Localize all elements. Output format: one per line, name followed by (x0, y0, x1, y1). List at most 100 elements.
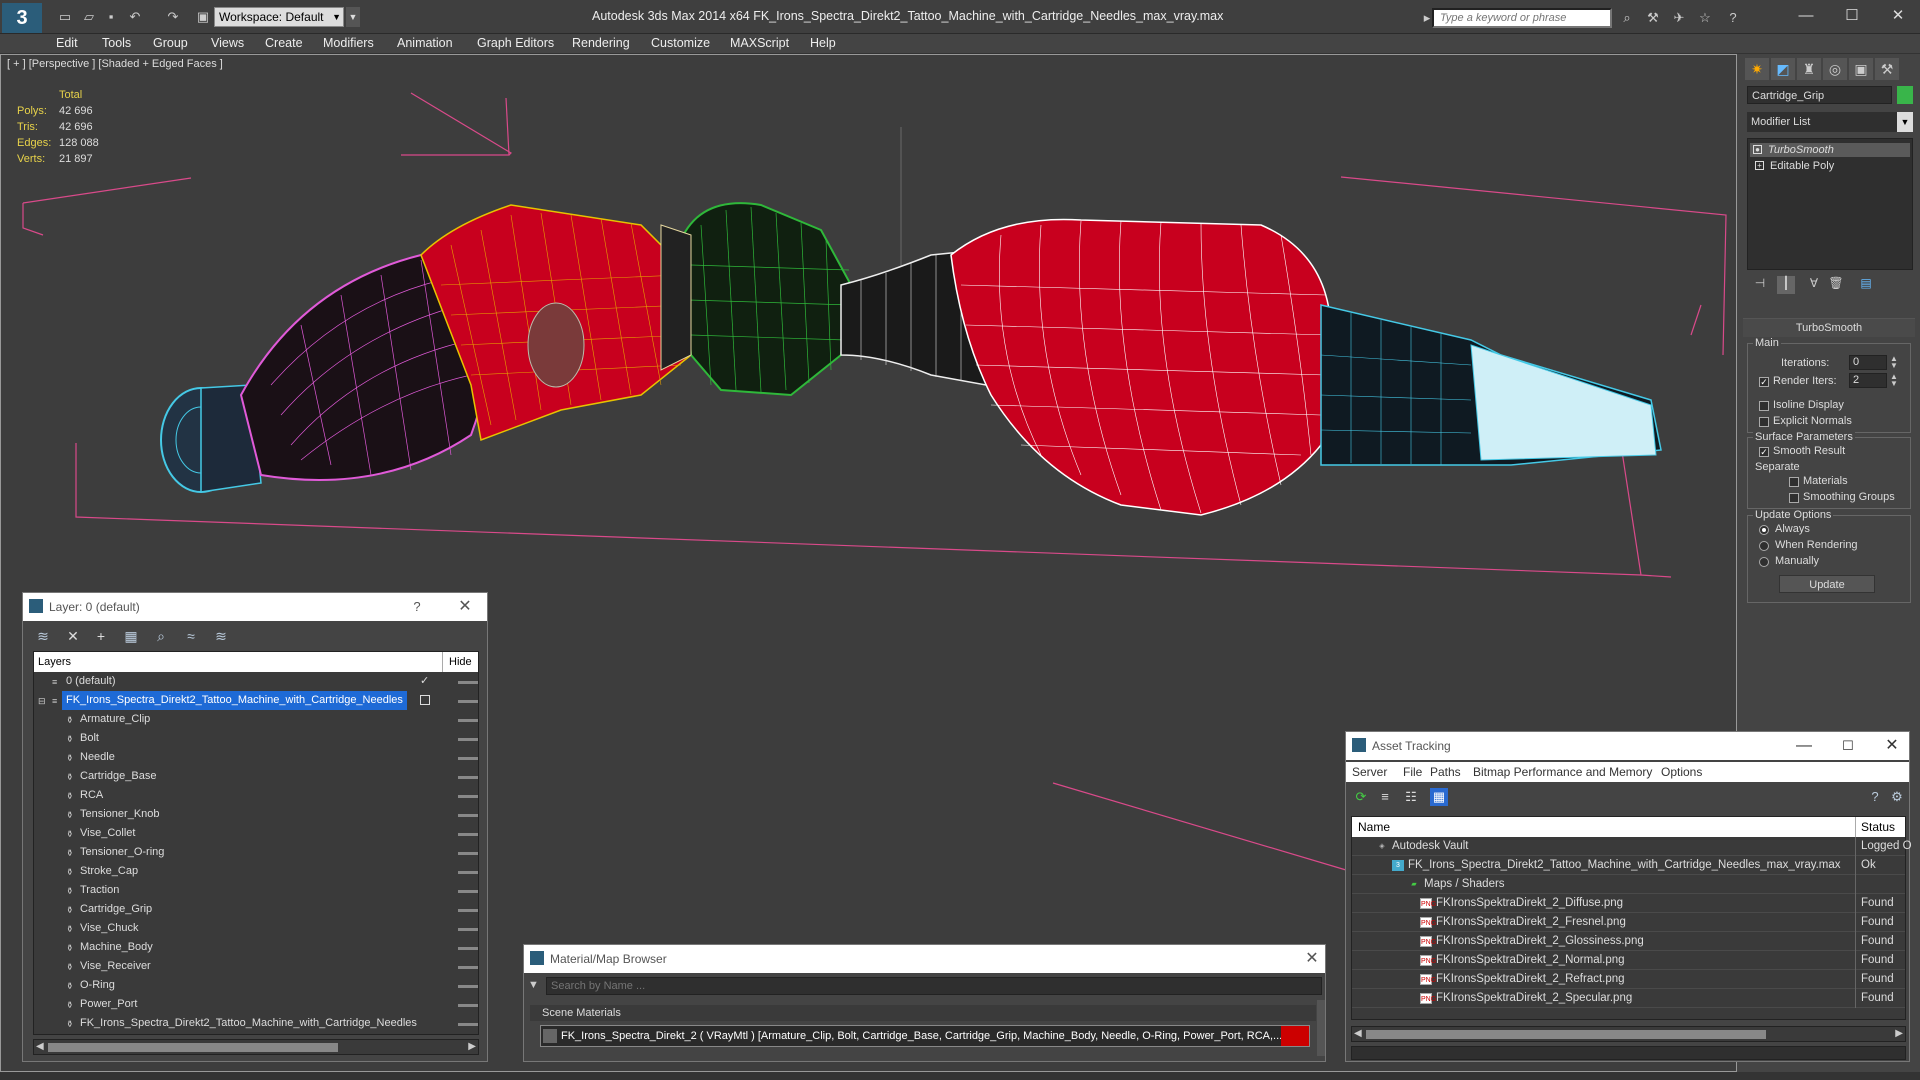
motion-tab-icon[interactable]: ◎ (1823, 58, 1847, 80)
stack-item-turbosmooth[interactable]: ● TurboSmooth (1750, 143, 1910, 157)
hide-toggle[interactable]: ▬▬ (458, 729, 478, 748)
maximize-button[interactable]: ☐ (1832, 4, 1872, 28)
help-icon[interactable]: ? (1866, 788, 1884, 806)
layer-row[interactable]: ≡ 0 (default) ✓ ▬▬ (34, 672, 478, 691)
scene-materials-group[interactable]: Scene Materials (530, 1005, 1316, 1021)
hide-toggle[interactable]: ▬▬ (458, 748, 478, 767)
smoothing-groups-checkbox[interactable] (1789, 493, 1799, 503)
menu-rendering[interactable]: Rendering (572, 36, 630, 50)
refresh-icon[interactable]: ⟳ (1352, 788, 1370, 806)
menu-help[interactable]: Help (810, 36, 836, 50)
create-tab-icon[interactable]: ✷ (1745, 58, 1769, 80)
menu-server[interactable]: Server (1352, 765, 1387, 779)
details-view-icon[interactable]: ☷ (1402, 788, 1420, 806)
spinner-arrows-icon[interactable]: ▲ ▼ (1889, 373, 1899, 388)
explicit-normals-checkbox[interactable] (1759, 417, 1769, 427)
asset-row[interactable]: ◈ Autodesk Vault Logged O (1352, 837, 1912, 856)
app-logo-button[interactable]: 3 (2, 3, 42, 33)
binoculars-icon[interactable]: ⌕ (1618, 9, 1636, 27)
materials-checkbox[interactable] (1789, 477, 1799, 487)
hide-toggle[interactable]: ▬▬ (458, 786, 478, 805)
remove-modifier-icon[interactable]: 🗑 (1827, 276, 1845, 294)
asset-row[interactable]: PNG FKIronsSpektraDirekt_2_Refract.png Fou… (1352, 970, 1905, 989)
asset-row[interactable]: PNG FKIronsSpektraDirekt_2_Specular.png Fo… (1352, 989, 1905, 1008)
vertical-scrollbar[interactable] (1317, 1000, 1325, 1056)
layer-row[interactable]: ⚱ Vise_Receiver ▬▬ (34, 957, 478, 976)
asset-row[interactable]: 3 FK_Irons_Spectra_Direkt2_Tattoo_Machine… (1352, 856, 1905, 875)
hide-toggle[interactable]: ▬▬ (458, 881, 478, 900)
menu-file[interactable]: File (1403, 765, 1422, 779)
scroll-thumb[interactable] (1366, 1030, 1766, 1039)
object-color-swatch[interactable] (1897, 86, 1913, 104)
hide-toggle[interactable]: ▬▬ (458, 938, 478, 957)
modifier-list-dropdown[interactable]: Modifier List ▼ (1747, 112, 1913, 132)
column-divider[interactable] (442, 652, 443, 672)
column-status[interactable]: Status (1861, 820, 1895, 834)
menu-maxscript[interactable]: MAXScript (730, 36, 789, 50)
asset-row[interactable]: PNG FKIronsSpektraDirekt_2_Normal.png Foun… (1352, 951, 1905, 970)
project-folder-icon[interactable]: ▣ (194, 8, 212, 26)
layer-row[interactable]: ⚱ Tensioner_Knob ▬▬ (34, 805, 478, 824)
spinner-arrows-icon[interactable]: ▲ ▼ (1889, 355, 1899, 370)
asset-row[interactable]: PNG FKIronsSpektraDirekt_2_Diffuse.png Fou… (1352, 894, 1905, 913)
layer-row[interactable]: ⚱ Vise_Collet ▬▬ (34, 824, 478, 843)
layer-row[interactable]: ⚱ Traction ▬▬ (34, 881, 478, 900)
hide-toggle[interactable]: ▬▬ (458, 862, 478, 881)
render-iters-spinner[interactable] (1849, 373, 1887, 388)
favorites-star-icon[interactable]: ☆ (1696, 9, 1714, 27)
layer-row[interactable]: ⚱ Needle ▬▬ (34, 748, 478, 767)
smooth-result-checkbox[interactable]: ✓ (1759, 447, 1769, 457)
column-divider[interactable] (1855, 817, 1856, 837)
menu-paths[interactable]: Paths (1430, 765, 1461, 779)
stack-item-editable-poly[interactable]: + Editable Poly (1752, 159, 1834, 173)
asset-row[interactable]: ▰ Maps / Shaders (1352, 875, 1905, 894)
object-name-field[interactable]: Cartridge_Grip (1747, 86, 1892, 104)
layer-row[interactable]: ⚱ FK_Irons_Spectra_Direkt2_Tattoo_Machine… (34, 1014, 478, 1033)
menu-customize[interactable]: Customize (651, 36, 710, 50)
close-button[interactable]: ✕ (1878, 4, 1918, 28)
hide-toggle[interactable]: ▬▬ (458, 919, 478, 938)
menu-animation[interactable]: Animation (397, 36, 453, 50)
layer-row[interactable]: ⚱ RCA ▬▬ (34, 786, 478, 805)
menu-create[interactable]: Create (265, 36, 303, 50)
layer-row[interactable]: ⚱ Stroke_Cap ▬▬ (34, 862, 478, 881)
hide-toggle[interactable]: ▬▬ (458, 976, 478, 995)
pin-stack-icon[interactable]: ⊣ (1751, 276, 1769, 294)
workspace-dropdown[interactable]: Workspace: Default ▼ (214, 7, 344, 27)
layer-row[interactable]: ⚱ Vise_Chuck ▬▬ (34, 919, 478, 938)
menu-tools[interactable]: Tools (102, 36, 131, 50)
subscription-icon[interactable]: ⚒ (1644, 9, 1662, 27)
layer-row[interactable]: ⚱ O-Ring ▬▬ (34, 976, 478, 995)
layer-row[interactable]: ⚱ Cartridge_Base ▬▬ (34, 767, 478, 786)
redo-icon[interactable]: ↷ (164, 8, 182, 26)
undo-icon[interactable]: ↶ (126, 8, 144, 26)
horizontal-scrollbar[interactable]: ◀ ▶ (1351, 1026, 1906, 1042)
communication-center-icon[interactable]: ✈ (1670, 9, 1688, 27)
layer-row[interactable]: ⚱ Machine_Body ▬▬ (34, 938, 478, 957)
close-button[interactable]: ✕ (455, 597, 475, 617)
menu-bitmap-performance[interactable]: Bitmap Performance and Memory (1473, 765, 1652, 779)
layer-row[interactable]: ⚱ Bolt ▬▬ (34, 729, 478, 748)
create-layer-icon[interactable]: + (91, 626, 111, 646)
column-hide[interactable]: Hide (449, 656, 472, 668)
hide-toggle[interactable]: ▬▬ (458, 824, 478, 843)
infocenter-search-input[interactable] (1432, 8, 1612, 28)
minimize-button[interactable]: — (1786, 4, 1826, 28)
show-end-result-icon[interactable]: ┃ (1777, 276, 1795, 294)
hide-toggle[interactable]: ▬▬ (458, 995, 478, 1014)
menu-group[interactable]: Group (153, 36, 188, 50)
hide-toggle[interactable]: ▬▬ (458, 691, 478, 710)
table-view-icon[interactable]: ▦ (1430, 788, 1448, 806)
asset-row[interactable]: PNG FKIronsSpektraDirekt_2_Fresnel.png Fou… (1352, 913, 1905, 932)
expand-icon[interactable]: + (1755, 161, 1764, 170)
hide-toggle[interactable]: ▬▬ (458, 1014, 478, 1033)
hide-toggle[interactable]: ▬▬ (458, 900, 478, 919)
manually-radio[interactable] (1759, 557, 1769, 567)
help-icon[interactable]: ? (1724, 9, 1742, 27)
asset-row[interactable]: PNG FKIronsSpektraDirekt_2_Glossiness.png… (1352, 932, 1905, 951)
lightbulb-icon[interactable]: ● (1753, 145, 1762, 154)
hide-toggle[interactable]: ▬▬ (458, 767, 478, 786)
iterations-spinner[interactable] (1849, 355, 1887, 370)
layer-row[interactable]: ⚱ Power_Port ▬▬ (34, 995, 478, 1014)
hide-toggle[interactable]: ▬▬ (458, 957, 478, 976)
